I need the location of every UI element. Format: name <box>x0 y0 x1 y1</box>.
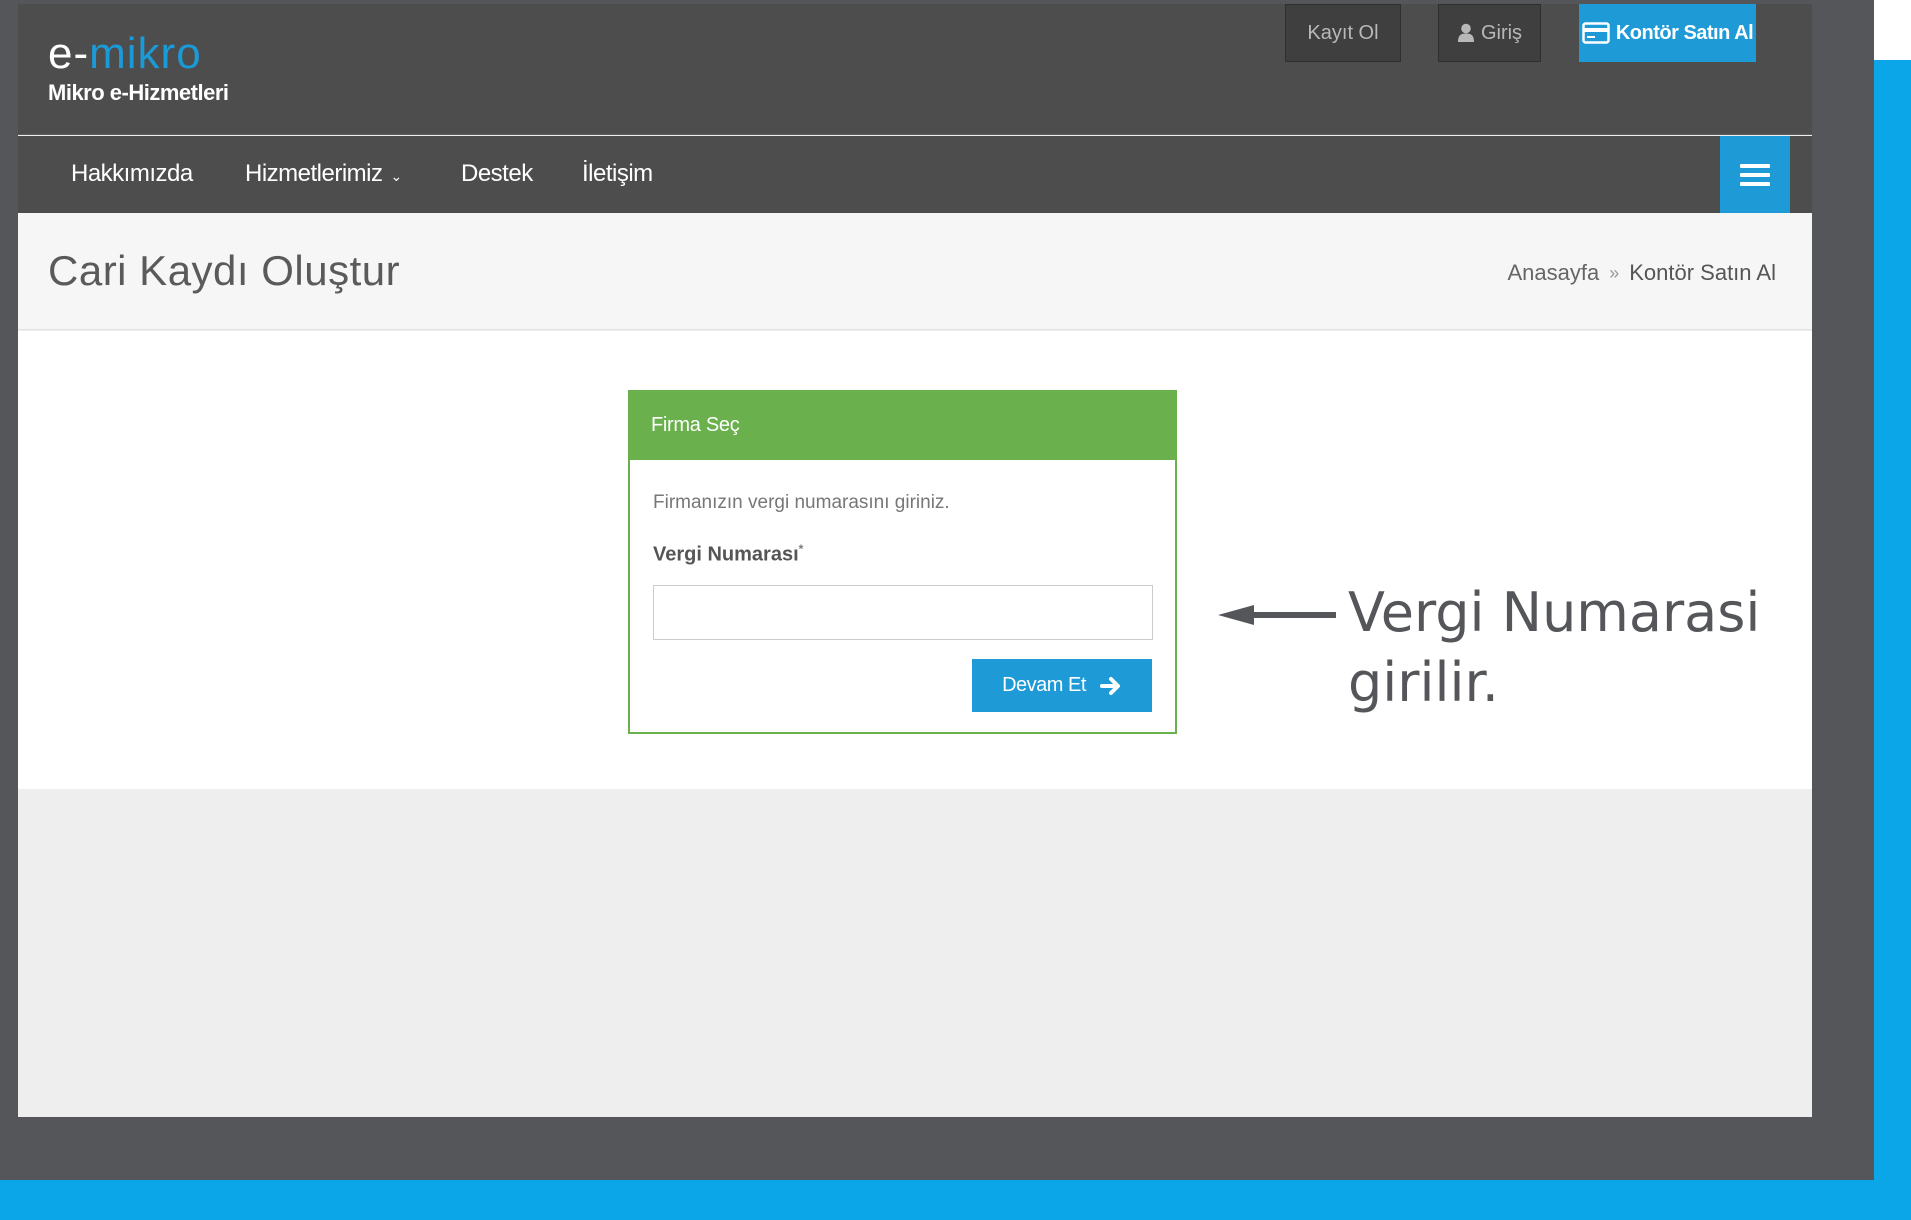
annotation-arrow-icon <box>1218 605 1336 625</box>
nav-item-about[interactable]: Hakkımızda <box>71 160 193 188</box>
chevron-down-icon: ⌄ <box>390 167 403 184</box>
annotation-line-1: Vergi Numarasi <box>1348 581 1761 644</box>
site-header: e-mikro Mikro e-Hizmetleri Kayıt Ol Giri… <box>18 4 1812 135</box>
nav-label: Hizmetlerimiz <box>245 160 383 187</box>
frame-corner <box>1874 0 1911 60</box>
nav-label: Hakkımızda <box>71 160 193 187</box>
nav-item-services[interactable]: Hizmetlerimiz ⌄ <box>245 160 402 188</box>
breadcrumb-home-link[interactable]: Anasayfa <box>1507 260 1599 286</box>
register-button[interactable]: Kayıt Ol <box>1285 4 1401 62</box>
company-select-panel: Firma Seç Firmanızın vergi numarasını gi… <box>628 390 1177 734</box>
logo-brand: mikro <box>89 29 202 78</box>
required-mark: * <box>798 542 804 556</box>
page-title: Cari Kaydı Oluştur <box>48 247 401 294</box>
tax-number-label: Vergi Numarası* <box>653 542 804 566</box>
hamburger-icon <box>1740 163 1770 168</box>
buy-credits-label: Kontör Satın Al <box>1615 21 1754 44</box>
register-label: Kayıt Ol <box>1307 21 1379 44</box>
logo-prefix: e- <box>48 29 90 78</box>
tax-number-input[interactable] <box>653 585 1153 640</box>
main-nav: Hakkımızda Hizmetlerimiz ⌄ Destek İletiş… <box>18 136 1812 213</box>
breadcrumb: Anasayfa » Kontör Satın Al <box>1507 260 1776 286</box>
credit-card-icon <box>1582 22 1610 44</box>
frame-accent-bottom <box>0 1180 1911 1220</box>
logo-subtitle: Mikro e-Hizmetleri <box>48 80 229 105</box>
panel-header: Firma Seç <box>630 392 1175 460</box>
site-logo[interactable]: e-mikro Mikro e-Hizmetleri <box>48 32 229 106</box>
frame-accent-right <box>1874 60 1911 1220</box>
nav-label: Destek <box>461 160 533 187</box>
annotation-callout: Vergi Numarasi girilir. <box>1348 578 1778 718</box>
annotation-line-2: girilir. <box>1348 651 1499 714</box>
panel-instructions: Firmanızın vergi numarasını giriniz. <box>653 492 950 513</box>
buy-credits-button[interactable]: Kontör Satın Al <box>1579 4 1756 62</box>
continue-label: Devam Et <box>1002 674 1086 696</box>
user-icon <box>1457 23 1474 42</box>
nav-label: İletişim <box>582 160 653 187</box>
nav-item-support[interactable]: Destek <box>461 160 533 188</box>
nav-item-contact[interactable]: İletişim <box>582 160 653 188</box>
continue-button[interactable]: Devam Et <box>972 659 1152 712</box>
arrow-right-icon <box>1099 676 1120 695</box>
login-button[interactable]: Giriş <box>1438 4 1541 62</box>
breadcrumb-separator: » <box>1609 262 1620 283</box>
breadcrumb-current: Kontör Satın Al <box>1629 260 1776 285</box>
login-label: Giriş <box>1480 21 1523 44</box>
menu-toggle-button[interactable] <box>1720 136 1790 213</box>
page-title-bar: Cari Kaydı Oluştur Anasayfa » Kontör Sat… <box>18 213 1812 330</box>
